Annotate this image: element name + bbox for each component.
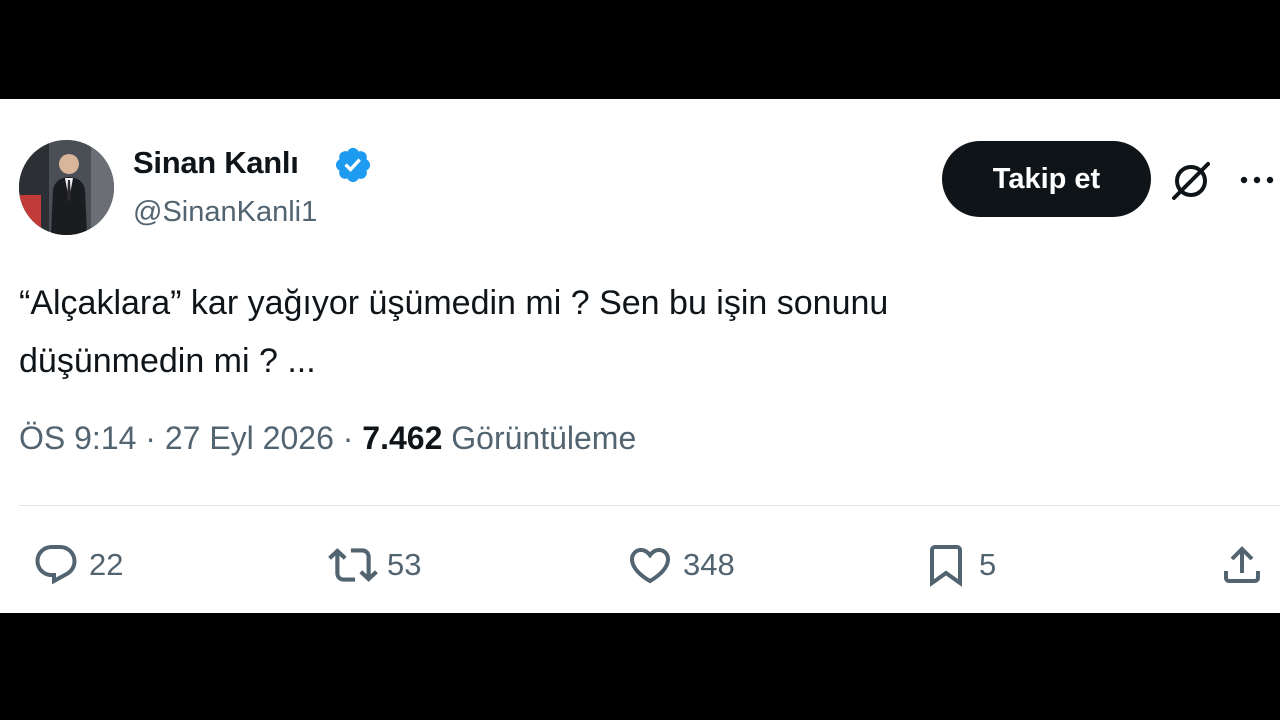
author-display-name[interactable]: Sinan Kanlı [133, 145, 299, 181]
avatar[interactable] [19, 140, 114, 235]
like-count: 348 [683, 547, 735, 582]
reply-icon [35, 545, 77, 585]
tweet-text: “Alçaklara” kar yağıyor üşümedin mi ? Se… [19, 274, 1249, 390]
meta-separator: · [342, 420, 354, 456]
like-button[interactable]: 348 [626, 535, 735, 595]
author-handle[interactable]: @SinanKanli1 [133, 196, 317, 229]
reply-count: 22 [89, 547, 124, 582]
repost-icon [328, 548, 378, 582]
more-icon[interactable] [1234, 163, 1280, 197]
share-button[interactable] [1218, 535, 1266, 595]
tweet-text-line-2: düşünmedin mi ? ... [19, 342, 316, 380]
like-icon [629, 548, 671, 584]
bookmark-count: 5 [979, 547, 997, 582]
repost-count: 53 [387, 547, 422, 582]
reply-button[interactable]: 22 [32, 535, 123, 595]
tweet-text-line-1: “Alçaklara” kar yağıyor üşümedin mi ? Se… [19, 284, 889, 322]
divider [19, 505, 1280, 506]
follow-button[interactable]: Takip et [942, 141, 1151, 217]
grok-icon[interactable] [1166, 156, 1216, 206]
bookmark-icon [930, 545, 962, 587]
tweet-date[interactable]: 27 Eyl 2026 [165, 420, 334, 456]
tweet-time[interactable]: ÖS 9:14 [19, 420, 136, 456]
views-count: 7.462 [362, 420, 443, 456]
views-label: Görüntüleme [451, 420, 637, 456]
tweet-meta: ÖS 9:14 · 27 Eyl 2026 · 7.462 Görüntülem… [19, 420, 636, 457]
repost-button[interactable]: 53 [328, 535, 421, 595]
verified-badge-icon [335, 147, 371, 183]
meta-separator: · [145, 420, 156, 456]
tweet-card: Sinan Kanlı @SinanKanli1 Takip et “Alçak… [0, 99, 1280, 613]
share-icon [1224, 546, 1260, 583]
bookmark-button[interactable]: 5 [922, 535, 996, 595]
